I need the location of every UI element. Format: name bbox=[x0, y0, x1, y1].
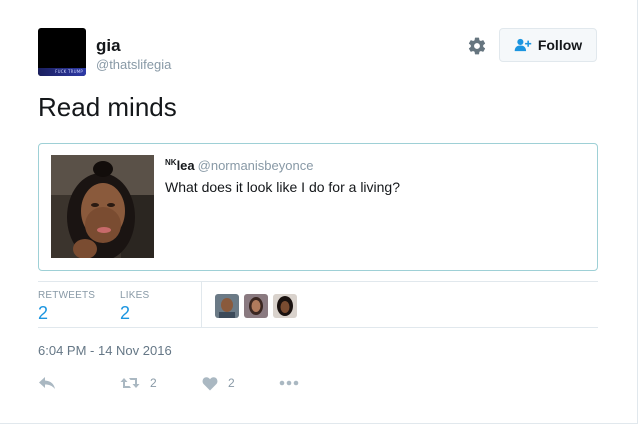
avatar-caption: FUCK TRUMP bbox=[38, 68, 86, 76]
more-button[interactable] bbox=[279, 373, 299, 393]
likes-count[interactable]: 2 bbox=[120, 303, 130, 324]
quoted-author-handle: @normanisbeyonce bbox=[197, 158, 314, 173]
retweets-label[interactable]: RETWEETS bbox=[38, 290, 95, 301]
author-avatar[interactable]: FUCK TRUMP bbox=[38, 28, 86, 76]
like-button[interactable]: 2 bbox=[202, 373, 235, 393]
tweet-card: FUCK TRUMP gia @thatslifegia Follow Read… bbox=[0, 0, 638, 424]
retweet-icon bbox=[120, 378, 140, 388]
likes-label[interactable]: LIKES bbox=[120, 290, 149, 301]
tweet-timestamp[interactable]: 6:04 PM - 14 Nov 2016 bbox=[38, 343, 172, 358]
retweets-count[interactable]: 2 bbox=[38, 303, 48, 324]
quoted-tweet[interactable]: NKlea @normanisbeyonce What does it look … bbox=[38, 143, 598, 271]
divider bbox=[201, 281, 202, 327]
reply-icon bbox=[39, 377, 55, 389]
quoted-tweet-photo[interactable] bbox=[51, 155, 154, 258]
more-icon bbox=[279, 380, 299, 386]
follow-button[interactable]: Follow bbox=[499, 28, 597, 62]
quoted-author[interactable]: NKlea @normanisbeyonce bbox=[165, 158, 313, 173]
follow-person-icon bbox=[514, 38, 532, 52]
like-count: 2 bbox=[228, 376, 235, 390]
quoted-author-name: lea bbox=[176, 158, 195, 173]
quoted-tweet-text: What does it look like I do for a living… bbox=[165, 179, 401, 195]
retweet-count: 2 bbox=[150, 376, 157, 390]
liker-avatar[interactable] bbox=[244, 294, 268, 318]
author-name[interactable]: gia bbox=[96, 36, 121, 56]
divider bbox=[38, 281, 598, 282]
gear-icon[interactable] bbox=[467, 36, 487, 56]
reply-button[interactable] bbox=[38, 373, 56, 393]
tweet-text: Read minds bbox=[38, 92, 177, 122]
heart-icon bbox=[202, 376, 218, 390]
liker-avatar[interactable] bbox=[273, 294, 297, 318]
follow-label: Follow bbox=[537, 37, 583, 53]
author-handle[interactable]: @thatslifegia bbox=[96, 57, 171, 72]
retweet-button[interactable]: 2 bbox=[120, 373, 157, 393]
liker-avatar[interactable] bbox=[215, 294, 239, 318]
divider bbox=[38, 327, 598, 328]
quoted-author-prefix: NK bbox=[165, 158, 177, 167]
